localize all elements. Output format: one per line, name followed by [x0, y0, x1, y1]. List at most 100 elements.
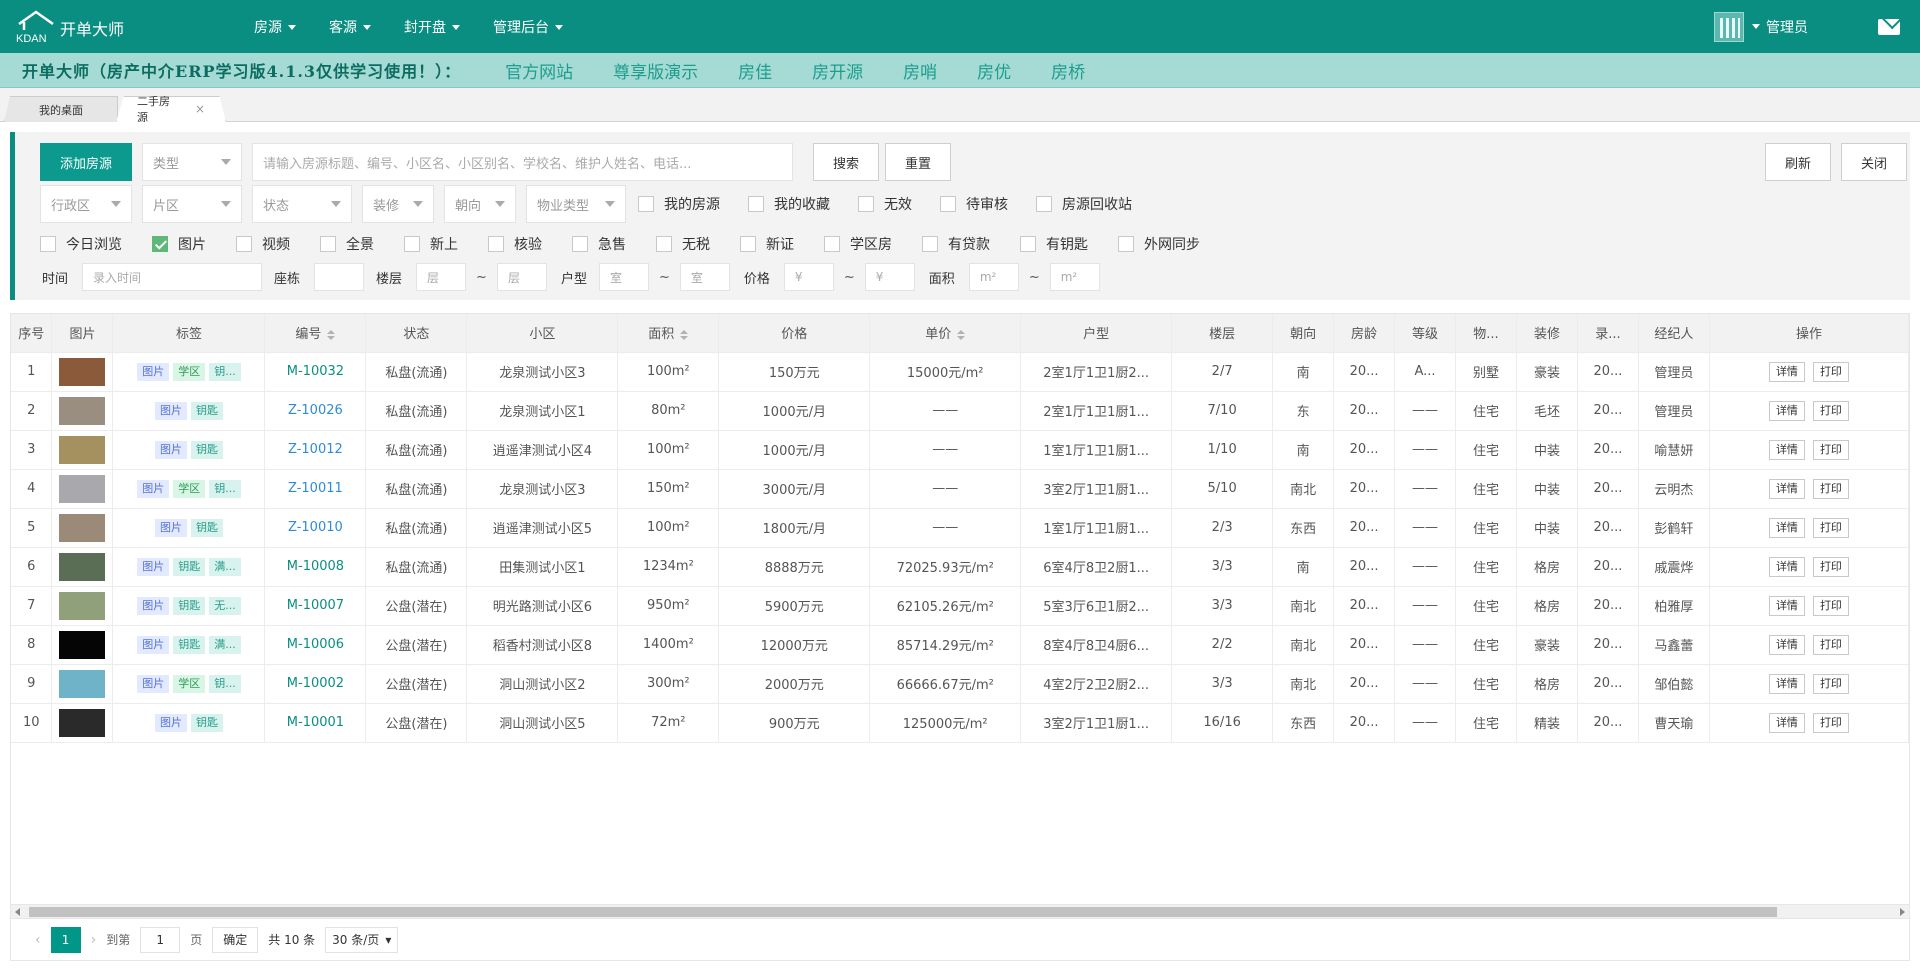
- cell-code[interactable]: M-10002: [264, 664, 367, 704]
- listing-thumbnail[interactable]: [59, 630, 106, 659]
- print-button[interactable]: 打印: [1812, 478, 1849, 499]
- refresh-button[interactable]: 刷新: [1765, 143, 1831, 181]
- listing-thumbnail[interactable]: [59, 552, 106, 581]
- checkbox-box[interactable]: [1020, 236, 1036, 252]
- listing-code-link[interactable]: Z-10010: [288, 520, 343, 535]
- floor-to-input[interactable]: 层: [496, 263, 547, 291]
- checkbox-school-district[interactable]: 学区房: [824, 234, 892, 254]
- logo[interactable]: KDAN 开单大师: [16, 9, 236, 44]
- print-button[interactable]: 打印: [1812, 634, 1849, 655]
- listing-thumbnail[interactable]: [59, 357, 106, 386]
- floor-from-input[interactable]: 层: [416, 263, 467, 291]
- detail-button[interactable]: 详情: [1768, 478, 1805, 499]
- col-header-area[interactable]: 面积: [617, 314, 720, 353]
- decoration-select[interactable]: 装修: [362, 185, 434, 223]
- checkbox-my-favorites[interactable]: 我的收藏: [748, 194, 830, 214]
- nav-admin-backend[interactable]: 管理后台: [493, 17, 563, 37]
- listing-thumbnail[interactable]: [59, 669, 106, 698]
- listing-code-link[interactable]: M-10008: [287, 559, 344, 574]
- detail-button[interactable]: 详情: [1768, 595, 1805, 616]
- search-input[interactable]: 请输入房源标题、编号、小区名、小区别名、学校名、维护人姓名、电话...: [252, 143, 793, 181]
- checkbox-invalid[interactable]: 无效: [858, 194, 912, 214]
- print-button[interactable]: 打印: [1812, 595, 1849, 616]
- tab-secondhand-listings[interactable]: 二手房源 ×: [116, 96, 226, 122]
- print-button[interactable]: 打印: [1812, 439, 1849, 460]
- listing-thumbnail[interactable]: [59, 513, 106, 542]
- banner-link-official[interactable]: 官方网站: [505, 58, 573, 83]
- detail-button[interactable]: 详情: [1768, 400, 1805, 421]
- cell-code[interactable]: M-10001: [264, 703, 367, 743]
- next-page-icon[interactable]: ›: [91, 932, 97, 948]
- print-button[interactable]: 打印: [1812, 361, 1849, 382]
- checkbox-has-loan[interactable]: 有贷款: [922, 234, 990, 254]
- horizontal-scrollbar[interactable]: [11, 904, 1909, 918]
- layout-to-input[interactable]: 室: [679, 263, 730, 291]
- scroll-left-icon[interactable]: [15, 908, 20, 916]
- nav-keyuan[interactable]: 客源: [329, 17, 371, 37]
- page-size-select[interactable]: 30 条/页 ▾: [325, 926, 399, 953]
- sort-icon[interactable]: [680, 329, 689, 340]
- banner-link-fangyou[interactable]: 房优: [977, 58, 1011, 83]
- checkbox-web-sync[interactable]: 外网同步: [1118, 234, 1200, 254]
- listing-code-link[interactable]: M-10032: [287, 364, 344, 379]
- page-number-current[interactable]: 1: [50, 926, 81, 953]
- listing-code-link[interactable]: Z-10012: [288, 442, 343, 457]
- checkbox-box[interactable]: [638, 196, 654, 212]
- listing-thumbnail[interactable]: [59, 708, 106, 737]
- admin-user-menu[interactable]: 管理员: [1752, 17, 1808, 37]
- banner-link-fangqiao[interactable]: 房桥: [1051, 58, 1085, 83]
- listing-code-link[interactable]: M-10002: [287, 676, 344, 691]
- print-button[interactable]: 打印: [1812, 400, 1849, 421]
- checkbox-box[interactable]: [572, 236, 588, 252]
- checkbox-box[interactable]: [404, 236, 420, 252]
- checkbox-has-key[interactable]: 有钥匙: [1020, 234, 1088, 254]
- checkbox-box[interactable]: [858, 196, 874, 212]
- close-icon[interactable]: ×: [195, 102, 205, 116]
- banner-link-fangkaiyuan[interactable]: 房开源: [812, 58, 863, 83]
- orientation-select[interactable]: 朝向: [444, 185, 516, 223]
- checkbox-my-listings[interactable]: 我的房源: [638, 194, 720, 214]
- checkbox-box[interactable]: [1036, 196, 1052, 212]
- detail-button[interactable]: 详情: [1768, 361, 1805, 382]
- goto-page-input[interactable]: 1: [140, 926, 181, 953]
- cell-code[interactable]: M-10006: [264, 625, 367, 665]
- col-header-unit-price[interactable]: 单价: [869, 314, 1022, 353]
- banner-link-demo[interactable]: 尊享版演示: [613, 58, 698, 83]
- nav-fangyuan[interactable]: 房源: [254, 17, 296, 37]
- listing-code-link[interactable]: M-10007: [287, 598, 344, 613]
- type-select[interactable]: 类型: [142, 143, 242, 181]
- detail-button[interactable]: 详情: [1768, 634, 1805, 655]
- tab-my-desktop[interactable]: 我的桌面: [4, 96, 118, 122]
- checkbox-box[interactable]: [488, 236, 504, 252]
- listing-thumbnail[interactable]: [59, 435, 106, 464]
- checkbox-pending-review[interactable]: 待审核: [940, 194, 1008, 214]
- layout-from-input[interactable]: 室: [598, 263, 649, 291]
- listing-code-link[interactable]: M-10001: [287, 715, 344, 730]
- scroll-right-icon[interactable]: [1900, 908, 1905, 916]
- status-select[interactable]: 状态: [252, 185, 352, 223]
- checkbox-checked-icon[interactable]: [152, 236, 168, 252]
- area-select[interactable]: 片区: [142, 185, 242, 223]
- checkbox-panorama[interactable]: 全景: [320, 234, 374, 254]
- checkbox-urgent[interactable]: 急售: [572, 234, 626, 254]
- checkbox-box[interactable]: [1118, 236, 1134, 252]
- nav-fengkaipan[interactable]: 封开盘: [404, 17, 460, 37]
- cell-code[interactable]: Z-10012: [264, 430, 367, 470]
- banner-link-fangshao[interactable]: 房哨: [903, 58, 937, 83]
- detail-button[interactable]: 详情: [1768, 556, 1805, 577]
- checkbox-box[interactable]: [656, 236, 672, 252]
- checkbox-box[interactable]: [940, 196, 956, 212]
- cell-code[interactable]: Z-10010: [264, 508, 367, 548]
- detail-button[interactable]: 详情: [1768, 439, 1805, 460]
- listing-code-link[interactable]: Z-10026: [288, 403, 343, 418]
- listing-code-link[interactable]: M-10006: [287, 637, 344, 652]
- checkbox-recycle-bin[interactable]: 房源回收站: [1036, 194, 1132, 214]
- price-to-input[interactable]: ¥: [864, 263, 915, 291]
- cell-code[interactable]: Z-10026: [264, 391, 367, 431]
- checkbox-box[interactable]: [824, 236, 840, 252]
- cell-code[interactable]: Z-10011: [264, 469, 367, 509]
- district-select[interactable]: 行政区: [40, 185, 132, 223]
- print-button[interactable]: 打印: [1812, 673, 1849, 694]
- checkbox-box[interactable]: [236, 236, 252, 252]
- print-button[interactable]: 打印: [1812, 712, 1849, 733]
